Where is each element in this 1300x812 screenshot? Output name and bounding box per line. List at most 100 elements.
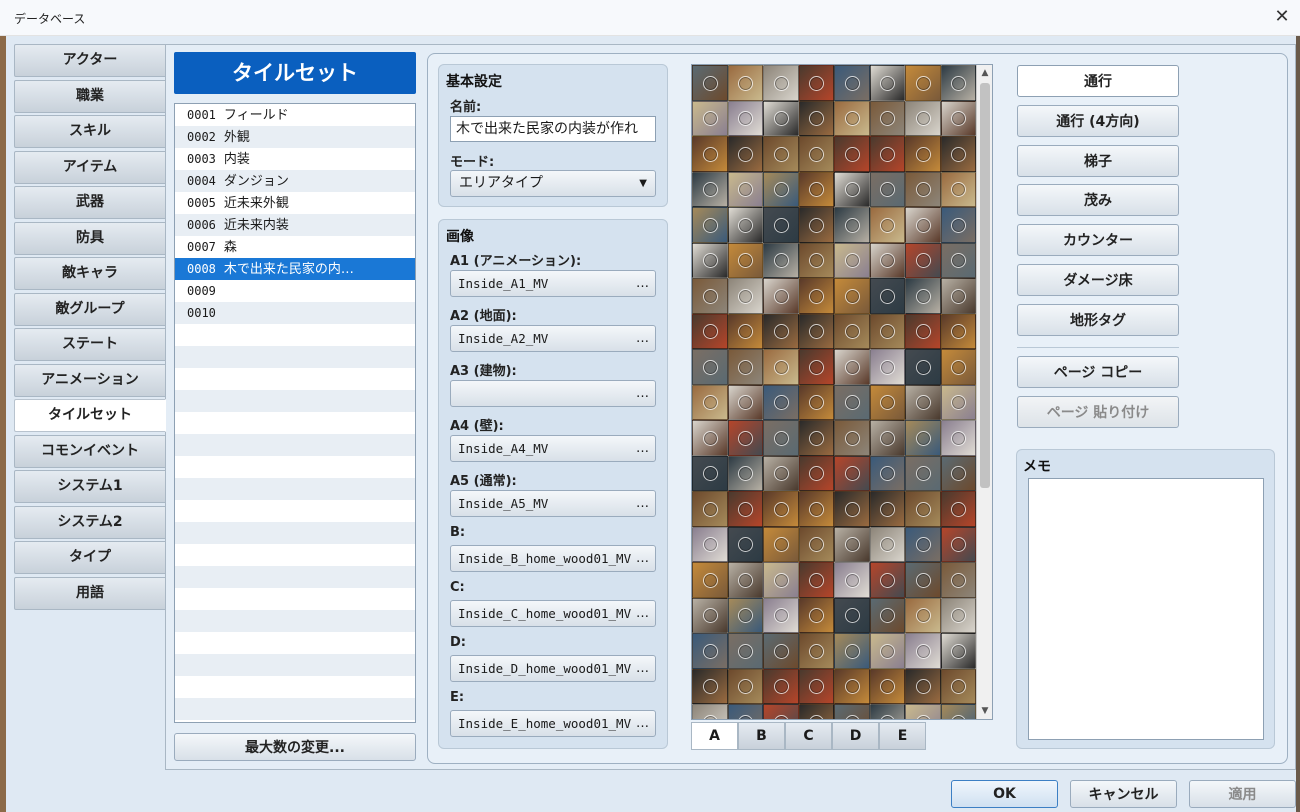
tile-cell[interactable] <box>869 526 905 562</box>
tile-cell[interactable] <box>727 384 763 420</box>
tile-cell[interactable] <box>692 420 728 456</box>
tile-cell[interactable] <box>727 491 763 527</box>
tile-cell[interactable] <box>940 278 976 314</box>
tile-cell[interactable] <box>763 349 799 385</box>
memo-textarea[interactable] <box>1028 478 1264 740</box>
tile-cell[interactable] <box>905 136 941 172</box>
tile-cell[interactable] <box>727 349 763 385</box>
tile-cell[interactable] <box>869 207 905 243</box>
tile-cell[interactable] <box>905 278 941 314</box>
list-item[interactable] <box>175 390 415 412</box>
tile-cell[interactable] <box>869 668 905 704</box>
tile-cell[interactable] <box>834 491 870 527</box>
tile-cell[interactable] <box>834 136 870 172</box>
tile-cell[interactable] <box>692 384 728 420</box>
list-item[interactable]: 0006 近未来内装 <box>175 214 415 236</box>
tile-cell[interactable] <box>869 100 905 136</box>
tile-page-tab[interactable]: E <box>879 722 926 750</box>
tile-cell[interactable] <box>763 562 799 598</box>
tile-cell[interactable] <box>692 562 728 598</box>
tile-cell[interactable] <box>727 562 763 598</box>
tile-cell[interactable] <box>727 668 763 704</box>
tile-cell[interactable] <box>940 704 976 719</box>
tile-cell[interactable] <box>869 491 905 527</box>
tile-cell[interactable] <box>834 349 870 385</box>
tile-cell[interactable] <box>834 384 870 420</box>
tile-cell[interactable] <box>692 65 728 101</box>
scroll-thumb[interactable] <box>980 83 990 488</box>
page-paste-button[interactable]: ページ 貼り付け <box>1017 396 1179 428</box>
tile-cell[interactable] <box>905 384 941 420</box>
category-tab[interactable]: コモンイベント <box>14 434 166 468</box>
list-item[interactable] <box>175 632 415 654</box>
tile-cell[interactable] <box>692 633 728 669</box>
list-item[interactable]: 0007 森 <box>175 236 415 258</box>
list-item[interactable]: 0001 フィールド <box>175 104 415 126</box>
list-item[interactable]: 0003 内装 <box>175 148 415 170</box>
tool-button[interactable]: ダメージ床 <box>1017 264 1179 296</box>
tile-cell[interactable] <box>798 100 834 136</box>
list-item[interactable] <box>175 610 415 632</box>
list-item[interactable] <box>175 324 415 346</box>
tile-cell[interactable] <box>869 136 905 172</box>
tile-cell[interactable] <box>763 420 799 456</box>
category-tab[interactable]: アクター <box>14 44 166 77</box>
tile-cell[interactable] <box>798 313 834 349</box>
tile-cell[interactable] <box>727 704 763 719</box>
image-select-button[interactable]: Inside_D_home_wood01_MV… <box>450 655 656 682</box>
tile-cell[interactable] <box>763 597 799 633</box>
image-select-button[interactable]: Inside_A1_MV… <box>450 270 656 297</box>
tile-cell[interactable] <box>798 668 834 704</box>
apply-button[interactable]: 適用 <box>1189 780 1296 808</box>
name-field[interactable]: 木で出来た民家の内装が作れ <box>450 116 656 142</box>
tile-cell[interactable] <box>763 278 799 314</box>
tile-cell[interactable] <box>763 65 799 101</box>
tile-cell[interactable] <box>834 65 870 101</box>
image-select-button[interactable]: Inside_A5_MV… <box>450 490 656 517</box>
tile-cell[interactable] <box>834 278 870 314</box>
tile-cell[interactable] <box>905 207 941 243</box>
tile-canvas[interactable] <box>692 65 976 719</box>
tile-cell[interactable] <box>834 171 870 207</box>
tile-cell[interactable] <box>798 65 834 101</box>
tile-cell[interactable] <box>798 278 834 314</box>
tile-cell[interactable] <box>763 207 799 243</box>
tile-cell[interactable] <box>834 526 870 562</box>
tile-cell[interactable] <box>727 207 763 243</box>
tile-cell[interactable] <box>905 349 941 385</box>
tile-cell[interactable] <box>727 526 763 562</box>
tile-cell[interactable] <box>834 562 870 598</box>
tile-cell[interactable] <box>727 455 763 491</box>
tile-cell[interactable] <box>692 278 728 314</box>
category-tab[interactable]: 敵グループ <box>14 292 166 326</box>
tile-cell[interactable] <box>834 704 870 719</box>
tile-cell[interactable] <box>798 384 834 420</box>
tile-cell[interactable] <box>905 420 941 456</box>
tile-cell[interactable] <box>763 526 799 562</box>
list-item[interactable]: 0008 木で出来た民家の内… <box>175 258 415 280</box>
tile-cell[interactable] <box>940 313 976 349</box>
tile-cell[interactable] <box>727 420 763 456</box>
tile-cell[interactable] <box>869 420 905 456</box>
tile-cell[interactable] <box>940 526 976 562</box>
tile-cell[interactable] <box>940 242 976 278</box>
tile-cell[interactable] <box>763 491 799 527</box>
image-select-button[interactable]: … <box>450 380 656 407</box>
image-select-button[interactable]: Inside_A4_MV… <box>450 435 656 462</box>
tile-cell[interactable] <box>940 100 976 136</box>
tool-button[interactable]: 茂み <box>1017 184 1179 217</box>
tile-cell[interactable] <box>869 455 905 491</box>
tool-button[interactable]: 通行 <box>1017 65 1179 97</box>
tile-cell[interactable] <box>692 313 728 349</box>
tool-button[interactable]: 地形タグ <box>1017 303 1179 336</box>
tile-cell[interactable] <box>869 278 905 314</box>
tile-cell[interactable] <box>905 455 941 491</box>
tile-cell[interactable] <box>727 633 763 669</box>
tile-cell[interactable] <box>869 597 905 633</box>
image-select-button[interactable]: Inside_B_home_wood01_MV… <box>450 545 656 572</box>
category-tab[interactable]: スキル <box>14 115 166 148</box>
image-select-button[interactable]: Inside_E_home_wood01_MV… <box>450 710 656 737</box>
tile-cell[interactable] <box>940 633 976 669</box>
tile-cell[interactable] <box>727 65 763 101</box>
tile-cell[interactable] <box>869 562 905 598</box>
